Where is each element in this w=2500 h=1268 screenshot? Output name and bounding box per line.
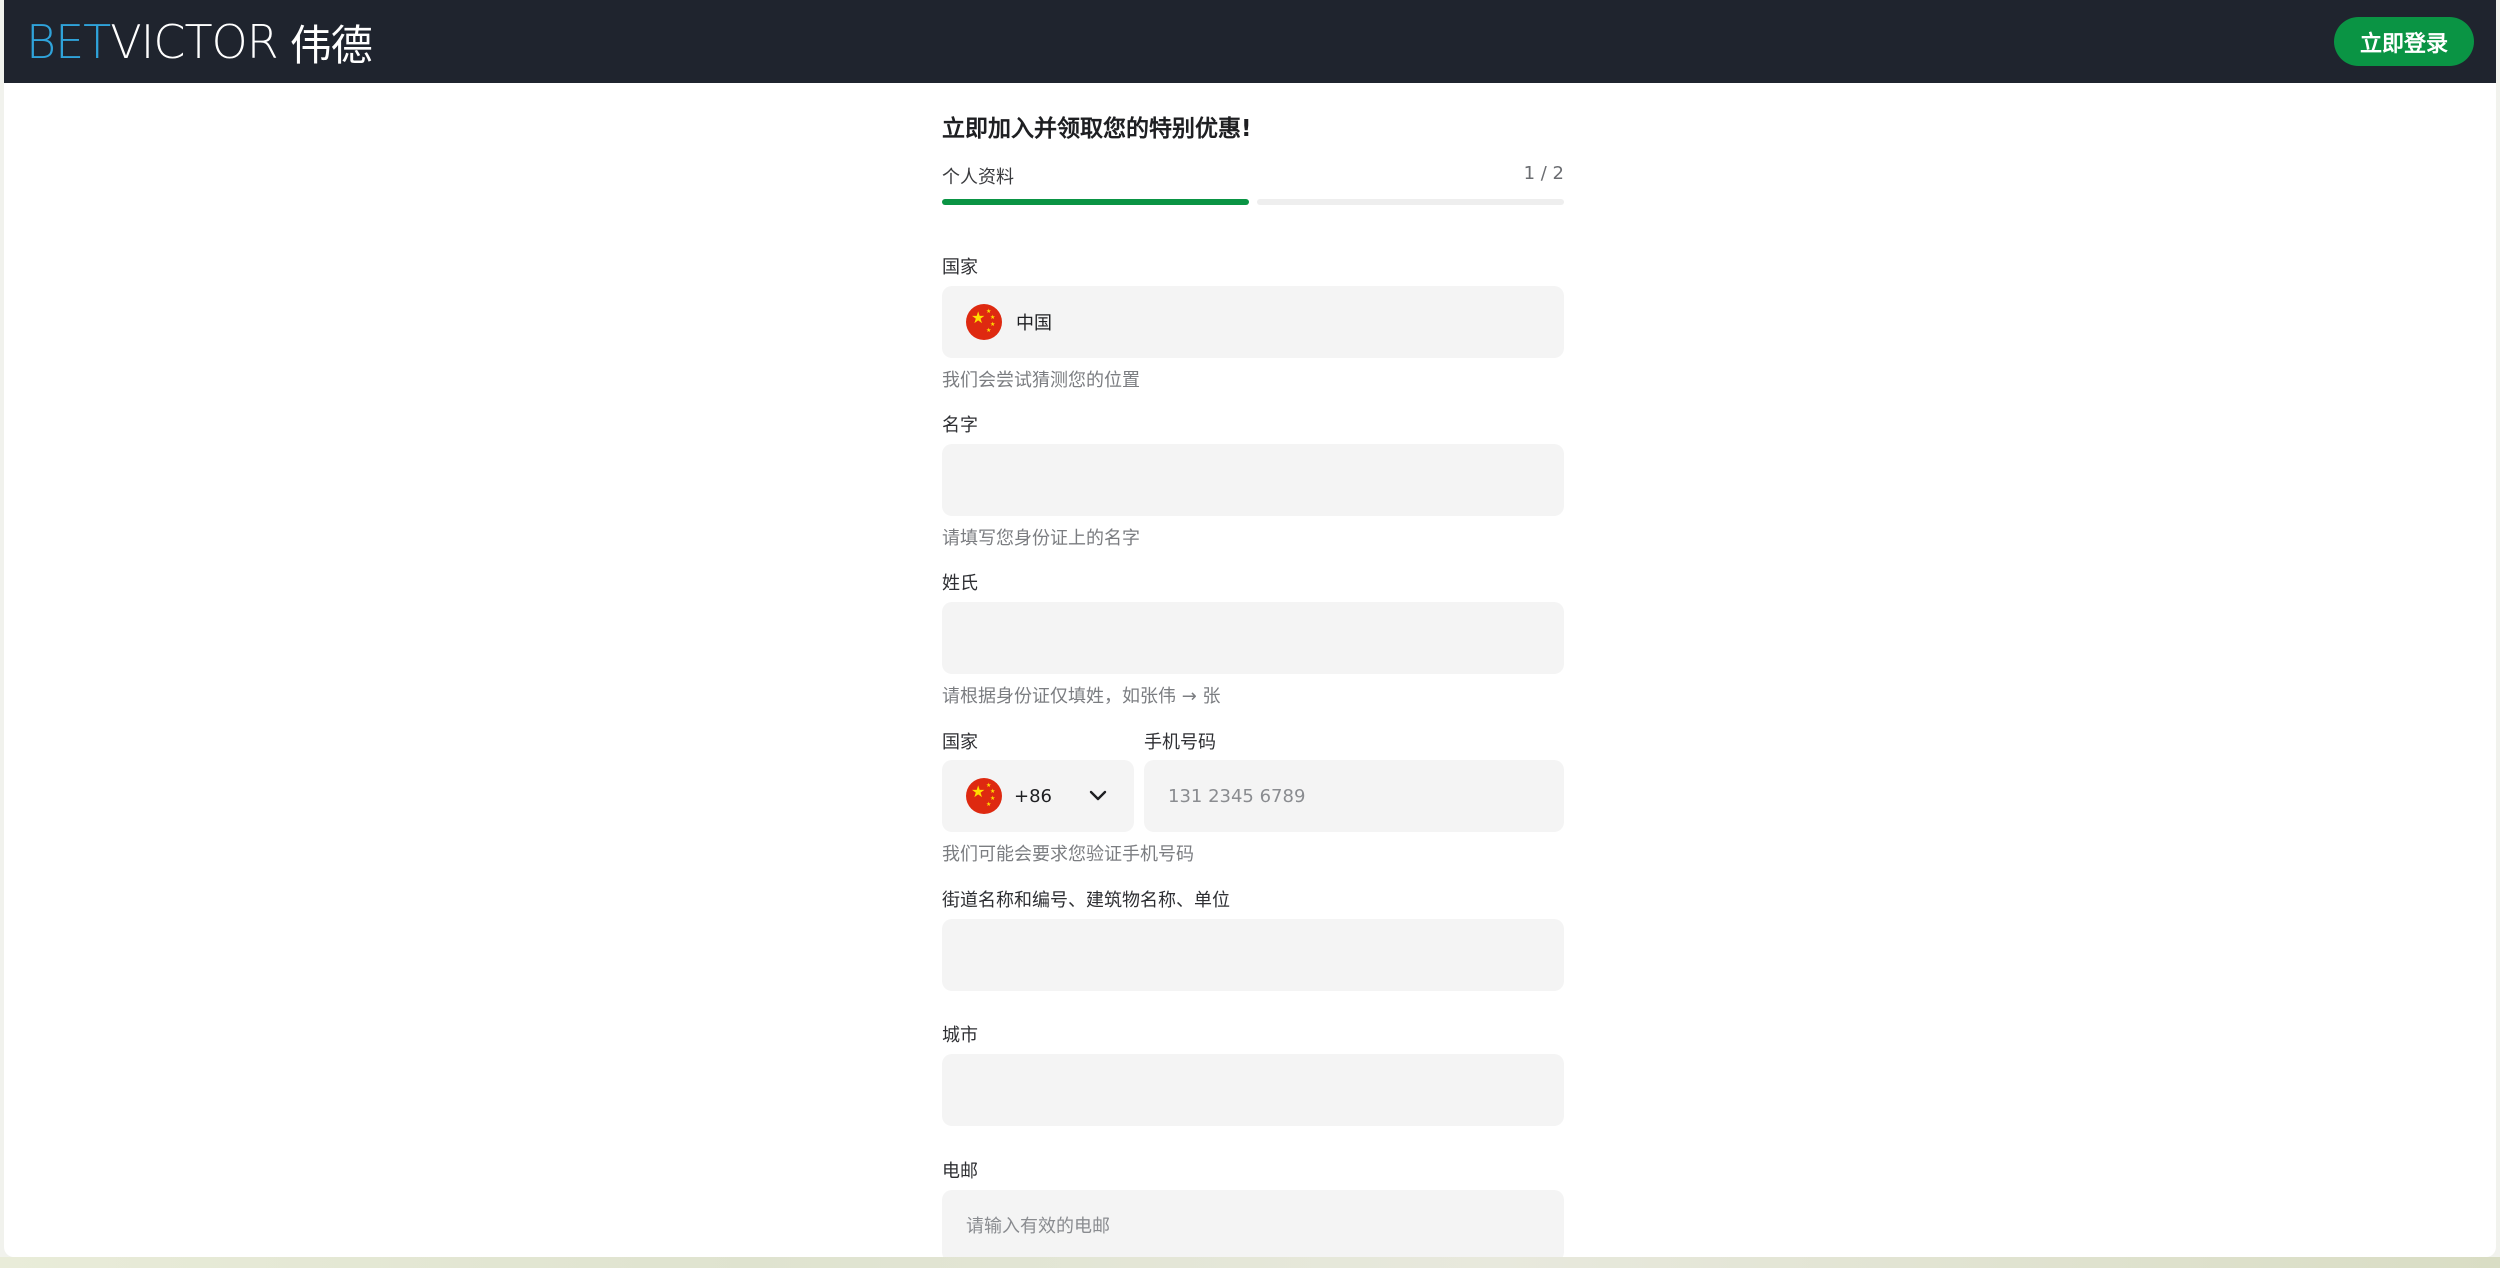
first-name-label: 名字 [942,415,978,436]
first-name-help-text: 请填写您身份证上的名字 [942,528,1140,549]
step-counter: 1 / 2 [1523,163,1564,184]
progress-segment-pending [1257,199,1564,205]
last-name-field-box [942,602,1564,674]
progress-segment-complete [942,199,1249,205]
country-label: 国家 [942,257,978,278]
logo-victor-text: VICTOR [110,15,278,69]
street-label: 街道名称和编号、建筑物名称、单位 [942,890,1230,911]
chevron-down-icon [1089,790,1107,801]
page-frame: BET VICTOR 伟德 立即登录 立即加入并领取您的特别优惠! 个人资料 1 /… [4,0,2496,1257]
email-label: 电邮 [942,1161,978,1182]
last-name-label: 姓氏 [942,573,978,594]
betvictor-logo[interactable]: BET VICTOR 伟德 [26,12,373,72]
last-name-input[interactable] [942,602,1564,674]
country-help-text: 我们会尝试猜测您的位置 [942,370,1140,391]
email-input[interactable] [942,1190,1564,1257]
step-label: 个人资料 [942,167,1014,188]
country-value: 中国 [1016,313,1052,334]
login-button[interactable]: 立即登录 [2334,17,2474,66]
step-progress-bar [942,199,1564,205]
country-select[interactable]: ★ ★ ★ ★ ★ 中国 [942,286,1564,358]
city-field-box [942,1054,1564,1126]
background-strip [0,1257,2500,1268]
last-name-help-text: 请根据身份证仅填姓，如张伟 → 张 [942,686,1221,707]
form-title: 立即加入并领取您的特别优惠! [942,116,1252,142]
phone-field-box [1144,760,1564,832]
phone-number-input[interactable] [1144,760,1564,832]
street-field-box [942,919,1564,991]
logo-bet-text: BET [26,15,111,69]
top-bar: BET VICTOR 伟德 立即登录 [4,0,2496,83]
country-code-select[interactable]: ★ ★ ★ ★ ★ +86 [942,760,1134,832]
city-label: 城市 [942,1025,978,1046]
phone-number-label: 手机号码 [1144,732,1216,753]
phone-help-text: 我们可能会要求您验证手机号码 [942,844,1194,865]
first-name-field-box [942,444,1564,516]
city-input[interactable] [942,1054,1564,1126]
logo-chinese-text: 伟德 [289,20,373,70]
china-flag-icon: ★ ★ ★ ★ ★ [966,304,1002,340]
country-code-value: +86 [1014,785,1052,807]
first-name-input[interactable] [942,444,1564,516]
china-flag-icon: ★ ★ ★ ★ ★ [966,778,1002,814]
phone-country-label: 国家 [942,732,978,753]
street-input[interactable] [942,919,1564,991]
email-field-box [942,1190,1564,1257]
